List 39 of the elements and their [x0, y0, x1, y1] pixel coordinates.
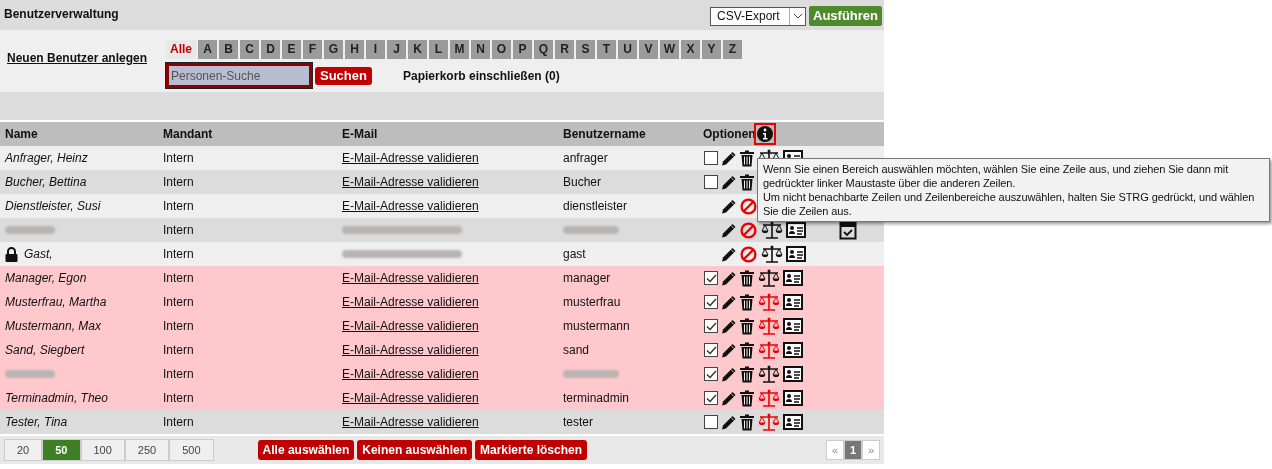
table-cell-text: gast — [563, 246, 586, 263]
table-cell: Intern — [163, 223, 194, 237]
column-header: Optionen — [703, 126, 756, 143]
table-cell-text: dienstleister — [563, 198, 628, 215]
table-cell-text: anfrager — [563, 150, 608, 167]
table-cell: Intern — [163, 391, 194, 405]
table-cell: Intern — [163, 343, 194, 357]
table-cell-text: Bucher — [563, 174, 602, 191]
table-cell: Intern — [163, 175, 194, 189]
table-cell: Intern — [163, 247, 194, 261]
table-cell: Intern — [163, 271, 194, 285]
table-cell: Intern — [163, 415, 194, 429]
column-header: Mandant — [163, 126, 213, 143]
table-cell-text: manager — [563, 270, 611, 287]
table-cell-text: sand — [563, 342, 590, 359]
column-header: E-Mail — [342, 126, 378, 143]
tooltip: Wenn Sie einen Bereich auswählen möchten, wählen Sie eine Zeile aus, und ziehen Sie dann mit gedrückter linker Maustaste über die anderen Zeilen. Um nicht benachbarte Zeilen und Zeilenbereiche auszuwählen, halten Sie STRG gedrückt, und wählen Sie die Zeilen aus. — [757, 158, 1270, 222]
table-cell-text: Gast, — [24, 246, 53, 263]
table-cell-text: mustermann — [563, 318, 630, 335]
table-cell-text: Anfrager, Heinz — [5, 150, 88, 167]
table-cell: Intern — [163, 295, 194, 309]
table-cell-text: tester — [563, 414, 593, 431]
table-cell-text: Terminadmin, Theo — [5, 390, 108, 407]
table-cell: Intern — [163, 199, 194, 213]
table-cell: Intern — [163, 151, 194, 165]
column-header: Name — [5, 126, 38, 143]
table-cell-text: Musterfrau, Martha — [5, 294, 107, 311]
table-cell-text: Dienstleister, Susi — [5, 198, 101, 215]
table-cell-text: Sand, Siegbert — [5, 342, 85, 359]
table-cell-text: Mustermann, Max — [5, 318, 102, 335]
table-cell: Intern — [163, 319, 194, 333]
page-title: Benutzerverwaltung — [4, 6, 119, 23]
table-cell-text: Bucher, Bettina — [5, 174, 87, 191]
table-cell-text: Tester, Tina — [5, 414, 68, 431]
table-cell-text: terminadmin — [563, 390, 630, 407]
table-cell: Intern — [163, 367, 194, 381]
table-cell-text: Manager, Egon — [5, 270, 87, 287]
column-header: Benutzername — [563, 126, 646, 143]
table-cell-text: musterfrau — [563, 294, 621, 311]
